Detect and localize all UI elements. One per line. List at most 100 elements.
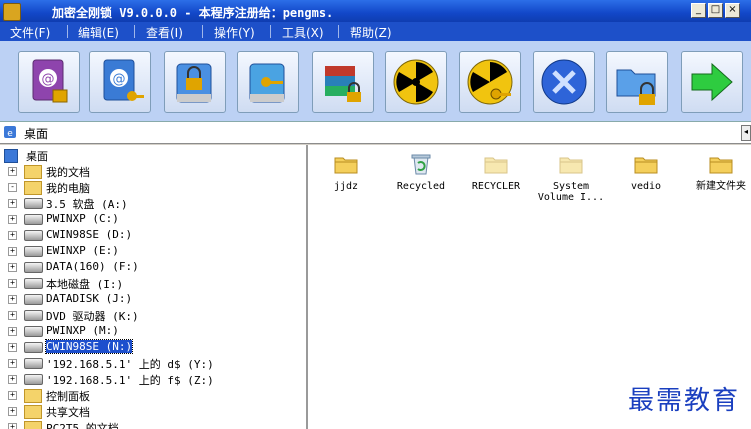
- tree-node-label: PWINXP (C:): [46, 212, 119, 225]
- expand-toggle[interactable]: +: [8, 423, 17, 429]
- menu-tools[interactable]: 工具(X): [282, 24, 324, 41]
- tree-node[interactable]: + 控制面板: [0, 387, 306, 403]
- file-label: System Volume I...: [537, 181, 605, 203]
- radiation-button[interactable]: [385, 51, 447, 113]
- menu-help[interactable]: 帮助(Z): [350, 24, 392, 41]
- folder-icon: [484, 157, 508, 174]
- minimize-button[interactable]: _: [691, 3, 706, 18]
- tree-node[interactable]: 桌面: [0, 147, 306, 163]
- tree-node-label: 我的文档: [46, 166, 90, 179]
- expand-toggle[interactable]: +: [8, 359, 17, 368]
- exit-button[interactable]: [681, 51, 743, 113]
- address-text: 桌面: [24, 127, 49, 141]
- file-label: jjdz: [333, 181, 359, 192]
- unlock-drive-button[interactable]: [237, 51, 299, 113]
- drive-icon: [24, 374, 43, 385]
- window-title: 加密全刚锁 V9.0.0.0 - 本程序注册给：pengms.: [52, 6, 334, 20]
- menu-separator: [134, 25, 135, 38]
- tree-node[interactable]: + DATA(160) (F:): [0, 259, 306, 275]
- drive-icon: [24, 214, 43, 225]
- tree-node[interactable]: + CWIN98SE (D:): [0, 227, 306, 243]
- toolbar: @ @: [0, 41, 751, 122]
- tree-node[interactable]: + 本地磁盘 (I:): [0, 275, 306, 291]
- file-label: vedio: [630, 181, 662, 192]
- tree-node[interactable]: + EWINXP (E:): [0, 243, 306, 259]
- file-item[interactable]: 新建文件夹: [685, 153, 751, 192]
- archive-lock-button[interactable]: [312, 51, 374, 113]
- expand-toggle[interactable]: +: [8, 407, 17, 416]
- menu-view[interactable]: 查看(I): [146, 24, 183, 41]
- expand-toggle[interactable]: +: [8, 375, 17, 384]
- disable-icon: [541, 59, 587, 105]
- drive-icon: [24, 246, 43, 257]
- expand-toggle[interactable]: +: [8, 263, 17, 272]
- expand-toggle[interactable]: +: [8, 343, 17, 352]
- expand-toggle[interactable]: +: [8, 295, 17, 304]
- expand-toggle[interactable]: +: [8, 247, 17, 256]
- decrypt-book-button[interactable]: @: [89, 51, 151, 113]
- file-label: RECYCLER: [471, 181, 521, 192]
- tree-node[interactable]: + DATADISK (J:): [0, 291, 306, 307]
- decrypt-book-icon: @: [103, 59, 144, 101]
- drive-icon: [24, 342, 43, 353]
- tree-node-label: 共享文档: [46, 406, 90, 419]
- menu-edit[interactable]: 编辑(E): [78, 24, 119, 41]
- lock-drive-button[interactable]: [164, 51, 226, 113]
- tree-node[interactable]: + PC2T5 的文档: [0, 419, 306, 429]
- expand-toggle[interactable]: +: [8, 391, 17, 400]
- unlock-drive-icon: [249, 63, 285, 103]
- address-bar[interactable]: e 桌面 ◂: [0, 122, 751, 144]
- expand-toggle[interactable]: +: [8, 311, 17, 320]
- collapse-toggle[interactable]: -: [8, 183, 17, 192]
- tree-node[interactable]: + 共享文档: [0, 403, 306, 419]
- tree-node-label: '192.168.5.1' 上的 f$ (Z:): [46, 374, 214, 387]
- tree-node-label: PC2T5 的文档: [46, 422, 119, 429]
- drive-icon: [24, 262, 43, 273]
- tree-node-label: PWINXP (M:): [46, 324, 119, 337]
- expand-toggle[interactable]: +: [8, 199, 17, 208]
- folder-lock-button[interactable]: [606, 51, 668, 113]
- maximize-button[interactable]: □: [708, 3, 723, 18]
- tree-node[interactable]: + '192.168.5.1' 上的 d$ (Y:): [0, 355, 306, 371]
- tree-node[interactable]: + DVD 驱动器 (K:): [0, 307, 306, 323]
- drive-icon: [24, 278, 43, 289]
- drive-icon: [24, 358, 43, 369]
- expand-toggle[interactable]: +: [8, 231, 17, 240]
- file-item[interactable]: Recycled: [385, 153, 457, 192]
- tree-node-label: 3.5 软盘 (A:): [46, 198, 128, 211]
- desktop-icon: e: [4, 126, 16, 139]
- expand-toggle[interactable]: +: [8, 167, 17, 176]
- tree-node[interactable]: + '192.168.5.1' 上的 f$ (Z:): [0, 371, 306, 387]
- radiation-key-button[interactable]: [459, 51, 521, 113]
- file-label: Recycled: [396, 181, 446, 192]
- tree-node[interactable]: +3.5 软盘 (A:): [0, 195, 306, 211]
- title-bar: 加密全刚锁 V9.0.0.0 - 本程序注册给：pengms. _ □ ×: [0, 0, 751, 22]
- expand-toggle[interactable]: +: [8, 215, 17, 224]
- drive-icon: [24, 294, 43, 305]
- menu-file[interactable]: 文件(F): [10, 24, 50, 41]
- expand-toggle[interactable]: +: [8, 279, 17, 288]
- close-button[interactable]: ×: [725, 3, 740, 18]
- expand-toggle[interactable]: +: [8, 327, 17, 336]
- tree-node[interactable]: + CWIN98SE (N:): [0, 339, 306, 355]
- file-item[interactable]: RECYCLER: [460, 153, 532, 192]
- tree-node-label: DATADISK (J:): [46, 292, 133, 305]
- tree-node[interactable]: + PWINXP (C:): [0, 211, 306, 227]
- file-item[interactable]: jjdz: [310, 153, 382, 192]
- folder-icon: [24, 165, 42, 179]
- file-item[interactable]: System Volume I...: [535, 153, 607, 203]
- disable-button[interactable]: [533, 51, 595, 113]
- desktop-icon: [4, 149, 18, 163]
- tree-node[interactable]: + 我的文档: [0, 163, 306, 179]
- file-item[interactable]: vedio: [610, 153, 682, 192]
- encrypt-book-button[interactable]: @: [18, 51, 80, 113]
- folder-tree[interactable]: 桌面 + 我的文档 - 我的电脑 +3.5 软盘 (A:) + PWINXP (C:) + CWI…: [0, 145, 308, 429]
- folder-icon: [24, 405, 42, 419]
- tree-node[interactable]: + PWINXP (M:): [0, 323, 306, 339]
- address-dropdown-button[interactable]: ◂: [741, 125, 751, 141]
- folder-lock-icon: [616, 69, 656, 105]
- menu-separator: [338, 25, 339, 38]
- tree-node[interactable]: - 我的电脑: [0, 179, 306, 195]
- menu-separator: [202, 25, 203, 38]
- menu-operate[interactable]: 操作(Y): [214, 24, 255, 41]
